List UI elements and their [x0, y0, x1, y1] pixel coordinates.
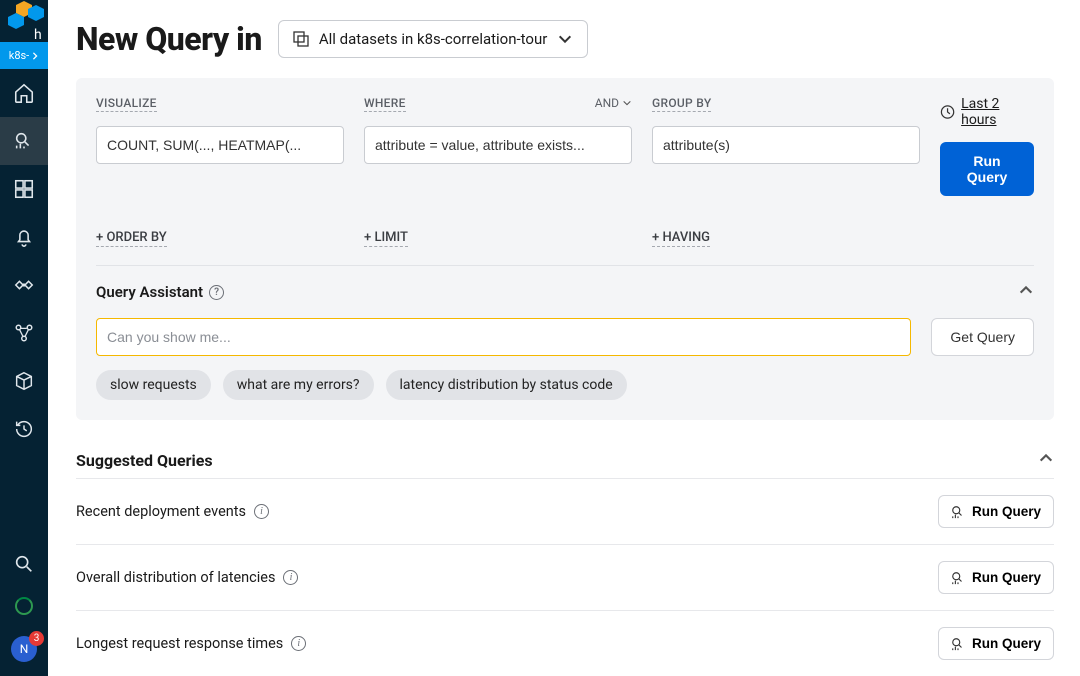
sidebar-item-usage[interactable]	[0, 588, 48, 624]
having-link[interactable]: + HAVING	[652, 230, 710, 247]
svg-text:h: h	[34, 27, 42, 43]
suggested-label: Longest request response times	[76, 635, 283, 652]
chevron-down-icon	[557, 31, 573, 47]
query-assistant-panel: Query Assistant ? Get Query slow request…	[96, 265, 1034, 418]
visualize-label: VISUALIZE	[96, 96, 157, 112]
visualize-input[interactable]	[96, 126, 344, 164]
help-icon[interactable]: ?	[209, 285, 224, 300]
info-icon[interactable]: i	[254, 504, 269, 519]
chevron-right-icon	[31, 52, 39, 60]
sidebar-item-datasets[interactable]	[0, 357, 48, 405]
assistant-title: Query Assistant	[96, 283, 203, 301]
chevron-down-icon	[622, 98, 632, 108]
get-query-button[interactable]: Get Query	[931, 318, 1034, 356]
query-icon	[13, 130, 35, 152]
assistant-input[interactable]	[96, 318, 911, 356]
info-icon[interactable]: i	[291, 636, 306, 651]
time-range-select[interactable]: Last 2 hours	[940, 96, 1034, 128]
avatar-initial: N	[20, 642, 29, 656]
history-icon	[13, 418, 35, 440]
grid-icon	[13, 178, 35, 200]
run-query-icon	[951, 637, 965, 651]
where-input[interactable]	[364, 126, 632, 164]
assistant-collapse[interactable]	[1018, 282, 1034, 302]
suggested-row: Recent deployment events i Run Query	[76, 478, 1054, 544]
where-and-toggle[interactable]: AND	[595, 96, 632, 110]
bell-icon	[13, 226, 35, 248]
dataset-label: All datasets in k8s-correlation-tour	[319, 30, 548, 48]
suggested-collapse[interactable]	[1038, 450, 1054, 470]
sidebar-context[interactable]: k8s-	[0, 42, 48, 69]
home-icon	[13, 82, 35, 104]
sidebar-item-query[interactable]	[0, 117, 48, 165]
run-query-icon	[951, 571, 965, 585]
sidebar-item-search[interactable]	[0, 540, 48, 588]
main: New Query in All datasets in k8s-correla…	[48, 0, 1080, 676]
suggested-run-button[interactable]: Run Query	[938, 561, 1054, 594]
sidebar-item-service-map[interactable]	[0, 309, 48, 357]
groupby-label: GROUP BY	[652, 96, 711, 112]
search-icon	[13, 553, 35, 575]
suggested-label: Overall distribution of latencies	[76, 569, 275, 586]
dataset-icon	[293, 31, 309, 47]
header: New Query in All datasets in k8s-correla…	[76, 20, 1054, 58]
sidebar: h k8s- N 3	[0, 0, 48, 676]
chip-errors[interactable]: what are my errors?	[223, 370, 374, 400]
logo-icon[interactable]: h	[0, 0, 48, 42]
sidebar-item-boards[interactable]	[0, 165, 48, 213]
handshake-icon	[13, 274, 35, 296]
chip-latency-dist[interactable]: latency distribution by status code	[386, 370, 627, 400]
notification-badge: 3	[29, 631, 44, 646]
groupby-input[interactable]	[652, 126, 920, 164]
suggested-row: Longest request response times i Run Que…	[76, 610, 1054, 676]
avatar[interactable]: N 3	[11, 636, 37, 662]
suggested-run-button[interactable]: Run Query	[938, 627, 1054, 660]
info-icon[interactable]: i	[283, 570, 298, 585]
sidebar-item-home[interactable]	[0, 69, 48, 117]
sidebar-item-history[interactable]	[0, 405, 48, 453]
chip-slow-requests[interactable]: slow requests	[96, 370, 211, 400]
assistant-chips: slow requests what are my errors? latenc…	[96, 370, 1034, 400]
dataset-select[interactable]: All datasets in k8s-correlation-tour	[278, 20, 589, 58]
chevron-up-icon	[1038, 450, 1054, 466]
context-label: k8s-	[9, 49, 29, 62]
suggested-label: Recent deployment events	[76, 503, 246, 520]
usage-spinner-icon	[15, 597, 33, 615]
run-query-button[interactable]: Run Query	[940, 142, 1034, 196]
limit-link[interactable]: + LIMIT	[364, 230, 408, 247]
nodes-icon	[13, 322, 35, 344]
cube-icon	[13, 370, 35, 392]
chevron-up-icon	[1018, 282, 1034, 298]
page-title: New Query in	[76, 20, 262, 58]
orderby-link[interactable]: + ORDER BY	[96, 230, 167, 247]
clock-icon	[940, 104, 955, 120]
suggested-title: Suggested Queries	[76, 451, 213, 470]
query-builder: VISUALIZE WHERE AND GROUP BY Last 2 hour…	[76, 78, 1054, 420]
time-range-label: Last 2 hours	[961, 96, 1034, 128]
suggested-run-button[interactable]: Run Query	[938, 495, 1054, 528]
suggested-row: Overall distribution of latencies i Run …	[76, 544, 1054, 610]
sidebar-item-alerts[interactable]	[0, 213, 48, 261]
sidebar-item-slos[interactable]	[0, 261, 48, 309]
where-label: WHERE	[364, 96, 406, 112]
run-query-icon	[951, 505, 965, 519]
